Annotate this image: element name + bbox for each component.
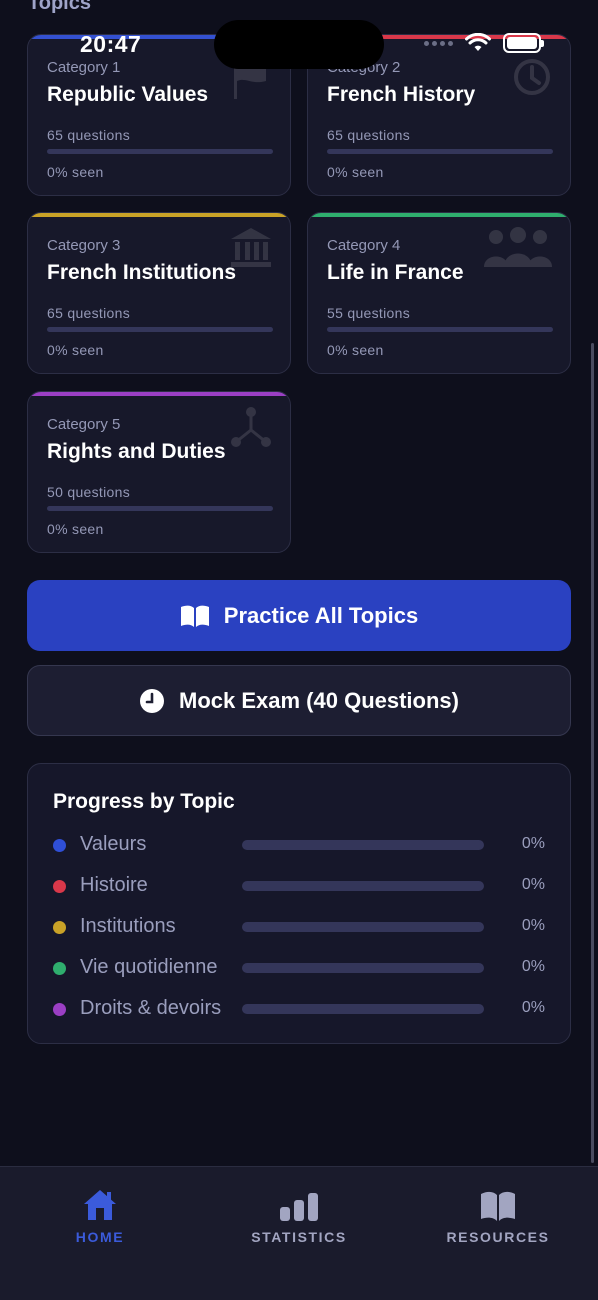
scrollbar[interactable]	[591, 343, 594, 1163]
tab-label: STATISTICS	[251, 1229, 347, 1245]
tab-statistics[interactable]: STATISTICS	[219, 1185, 379, 1245]
progress-row-valeurs: Valeurs 0%	[28, 830, 570, 860]
question-count: 65 questions	[327, 127, 410, 143]
tab-label: RESOURCES	[446, 1229, 550, 1245]
seen-percent: 0% seen	[47, 521, 104, 537]
question-count: 65 questions	[47, 127, 130, 143]
question-count: 55 questions	[327, 305, 410, 321]
seen-percent: 0% seen	[47, 342, 104, 358]
home-screen: Topics 20:47 Category 1 Republic Values …	[0, 0, 598, 1300]
topic-progress-bar	[242, 963, 484, 973]
progress-title: Progress by Topic	[53, 790, 235, 813]
topic-color-dot	[53, 839, 66, 852]
category-title: Life in France	[327, 261, 464, 284]
topic-color-dot	[53, 962, 66, 975]
mock-exam-button[interactable]: Mock Exam (40 Questions)	[27, 665, 571, 736]
practice-all-label: Practice All Topics	[223, 602, 419, 628]
status-time: 20:47	[80, 31, 142, 57]
topic-progress-bar	[242, 881, 484, 891]
open-book-icon	[180, 605, 209, 627]
topic-percent: 0%	[521, 917, 545, 934]
clock-icon	[140, 688, 164, 713]
progress-row-histoire: Histoire 0%	[28, 871, 570, 901]
topic-percent: 0%	[521, 876, 545, 893]
topic-label: Valeurs	[80, 833, 147, 855]
people-group-icon	[484, 227, 552, 267]
practice-all-button[interactable]: Practice All Topics	[27, 580, 571, 651]
card-accent	[28, 213, 290, 217]
category-progress-bar	[47, 327, 273, 332]
topic-label: Vie quotidienne	[80, 956, 218, 978]
category-title: Republic Values	[47, 83, 209, 106]
bottom-tab-bar: HOME STATISTICS RESOURCES	[0, 1166, 598, 1300]
topic-color-dot	[53, 1003, 66, 1016]
category-title: French Institutions	[47, 261, 236, 284]
topic-color-dot	[53, 880, 66, 893]
category-progress-bar	[47, 506, 273, 511]
status-icons	[424, 33, 544, 53]
book-icon	[481, 1191, 515, 1221]
topic-percent: 0%	[521, 958, 545, 975]
category-label: Category 5	[47, 416, 121, 433]
signal-icon	[424, 40, 453, 46]
topic-percent: 0%	[521, 835, 545, 852]
progress-row-vie-quotidienne: Vie quotidienne 0%	[28, 953, 570, 983]
network-nodes-icon	[231, 407, 271, 447]
wifi-icon	[465, 33, 491, 51]
topic-progress-bar	[242, 1004, 484, 1014]
progress-row-institutions: Institutions 0%	[28, 912, 570, 942]
topic-label: Histoire	[80, 874, 148, 896]
category-label: Category 4	[327, 237, 401, 254]
question-count: 65 questions	[47, 305, 130, 321]
seen-percent: 0% seen	[327, 342, 384, 358]
progress-row-droits-devoirs: Droits & devoirs 0%	[28, 994, 570, 1024]
bar-chart-icon	[280, 1193, 318, 1221]
tab-resources[interactable]: RESOURCES	[418, 1185, 578, 1245]
category-progress-bar	[47, 149, 273, 154]
section-title: Topics	[28, 0, 91, 14]
home-icon	[84, 1190, 116, 1220]
category-progress-bar	[327, 149, 553, 154]
category-label: Category 3	[47, 237, 121, 254]
dynamic-island	[214, 20, 384, 69]
card-accent	[28, 392, 290, 396]
battery-icon	[503, 33, 544, 53]
topic-progress-bar	[242, 840, 484, 850]
seen-percent: 0% seen	[327, 164, 384, 180]
category-progress-bar	[327, 327, 553, 332]
progress-by-topic-card: Progress by Topic Valeurs 0% Histoire 0%…	[27, 763, 571, 1044]
topic-progress-bar	[242, 922, 484, 932]
topic-color-dot	[53, 921, 66, 934]
question-count: 50 questions	[47, 484, 130, 500]
mock-exam-label: Mock Exam (40 Questions)	[179, 687, 459, 713]
tab-home[interactable]: HOME	[20, 1185, 180, 1245]
category-card-5[interactable]: Category 5 Rights and Duties 50 question…	[27, 391, 291, 553]
category-title: Rights and Duties	[47, 440, 226, 463]
history-clock-icon	[514, 59, 550, 95]
topic-label: Droits & devoirs	[80, 997, 222, 1019]
category-card-4[interactable]: Category 4 Life in France 55 questions 0…	[307, 212, 571, 374]
tab-label: HOME	[75, 1229, 125, 1245]
card-accent	[308, 213, 570, 217]
topic-label: Institutions	[80, 915, 176, 937]
category-title: French History	[327, 83, 476, 106]
seen-percent: 0% seen	[47, 164, 104, 180]
topic-percent: 0%	[521, 999, 545, 1016]
category-card-3[interactable]: Category 3 French Institutions 65 questi…	[27, 212, 291, 374]
category-label: Category 1	[47, 59, 121, 76]
